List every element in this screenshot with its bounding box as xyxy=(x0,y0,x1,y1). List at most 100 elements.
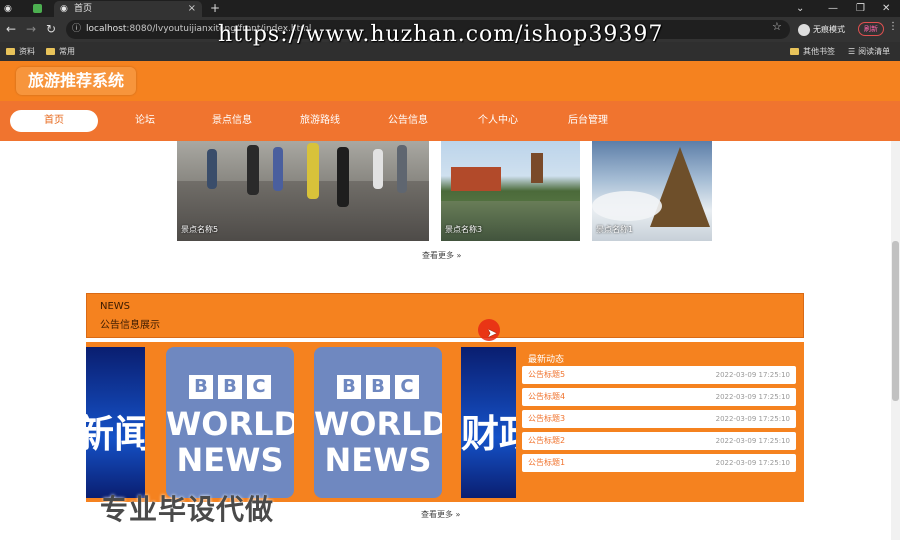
slide-headline: 新闻 xyxy=(86,412,145,456)
incognito-indicator[interactable]: 无痕模式 xyxy=(798,20,845,39)
person-figure xyxy=(207,149,217,189)
attraction-caption: 景点名称1 xyxy=(596,225,634,234)
incognito-label: 无痕模式 xyxy=(813,25,845,34)
attraction-card[interactable]: 景点名称3 xyxy=(441,141,580,241)
site-header: 旅游推荐系统 xyxy=(0,61,900,101)
slide-headline: 财政 xyxy=(461,412,516,456)
news-list-item[interactable]: 公告标题2 2022-03-09 17:25:10 xyxy=(522,432,796,450)
news-title: 公告标题5 xyxy=(528,370,566,379)
browser-tab[interactable]: ◉ xyxy=(4,1,22,17)
slide-text: WORLD xyxy=(314,405,442,443)
news-list-item[interactable]: 公告标题4 2022-03-09 17:25:10 xyxy=(522,388,796,406)
incognito-icon xyxy=(798,23,810,36)
bookmark-folder[interactable]: 常用 xyxy=(46,42,75,61)
folder-icon xyxy=(6,48,15,55)
reload-icon[interactable]: ↻ xyxy=(46,22,56,36)
bbc-logo-b: B xyxy=(366,375,390,399)
bbc-logo-c: C xyxy=(395,375,419,399)
main-nav: 首页 论坛 景点信息 旅游路线 公告信息 个人中心 后台管理 xyxy=(0,101,900,141)
bbc-logo-c: C xyxy=(247,375,271,399)
nav-home[interactable]: 首页 xyxy=(10,110,98,132)
page-scrollbar[interactable] xyxy=(891,141,900,540)
attraction-caption: 景点名称3 xyxy=(445,225,483,234)
news-slide[interactable]: 新闻 xyxy=(86,347,145,498)
news-list-item[interactable]: 公告标题3 2022-03-09 17:25:10 xyxy=(522,410,796,428)
nav-routes[interactable]: 旅游路线 xyxy=(290,110,350,132)
bookmark-folder[interactable]: 资料 xyxy=(6,42,35,61)
news-title: 公告标题4 xyxy=(528,392,566,401)
folder-icon xyxy=(46,48,55,55)
attractions-more-link[interactable]: 查看更多 » xyxy=(422,250,461,261)
browser-tab-bar: ◉ ◉ 首页 × + ⌄ — ❐ ✕ xyxy=(0,0,900,17)
menu-dots-icon[interactable]: ⋮ xyxy=(888,21,898,32)
news-date: 2022-03-09 17:25:10 xyxy=(715,459,790,467)
nav-user-center[interactable]: 个人中心 xyxy=(468,110,528,132)
news-slide[interactable]: B B C WORLD NEWS xyxy=(314,347,442,498)
person-figure xyxy=(307,143,319,199)
attraction-caption: 景点名称5 xyxy=(181,225,219,234)
pagoda-shape xyxy=(531,153,543,183)
bbc-logo-b: B xyxy=(218,375,242,399)
attraction-card[interactable]: 景点名称5 xyxy=(177,141,429,241)
section-title-en: NEWS xyxy=(100,301,131,312)
chevron-down-icon[interactable]: ⌄ xyxy=(796,0,804,17)
close-window-icon[interactable]: ✕ xyxy=(882,0,890,17)
bookmark-label: 阅读清单 xyxy=(858,47,891,56)
nav-forum[interactable]: 论坛 xyxy=(120,110,170,132)
mouse-cursor-icon: ➤ xyxy=(487,326,498,340)
back-arrow-icon[interactable]: ← xyxy=(6,22,16,36)
folder-icon xyxy=(790,48,799,55)
update-button[interactable]: 刷新 xyxy=(858,22,884,36)
bbc-logo-b: B xyxy=(337,375,361,399)
scrollbar-thumb[interactable] xyxy=(892,241,899,401)
person-figure xyxy=(337,147,349,207)
news-date: 2022-03-09 17:25:10 xyxy=(715,393,790,401)
notice-more-link[interactable]: 查看更多 » xyxy=(421,509,460,520)
browser-tab[interactable] xyxy=(26,1,50,17)
forward-arrow-icon[interactable]: → xyxy=(26,22,36,36)
minimize-icon[interactable]: — xyxy=(828,0,838,17)
person-figure xyxy=(247,145,259,195)
person-figure xyxy=(397,145,407,193)
bookmark-folder[interactable]: 其他书签 xyxy=(790,42,835,61)
bbc-logo-b: B xyxy=(189,375,213,399)
person-figure xyxy=(373,149,383,189)
person-figure xyxy=(273,147,283,191)
watermark-url: https://www.huzhan.com/ishop39397 xyxy=(218,22,664,47)
slide-text: NEWS xyxy=(176,441,284,479)
news-date: 2022-03-09 17:25:10 xyxy=(715,371,790,379)
watermark-text: 专业毕设代做 xyxy=(100,493,275,526)
pavilion-shape xyxy=(451,167,501,191)
maximize-icon[interactable]: ❐ xyxy=(856,0,865,17)
browser-tab-active[interactable]: ◉ 首页 × xyxy=(54,1,202,17)
info-icon[interactable]: ⓘ xyxy=(72,20,81,39)
nav-admin[interactable]: 后台管理 xyxy=(558,110,618,132)
close-icon[interactable]: × xyxy=(188,1,196,17)
notice-panel: 新闻 B B C WORLD NEWS B B C WORLD NEWS 财政 … xyxy=(86,342,804,502)
bookmark-label: 其他书签 xyxy=(803,47,835,56)
mountain-shape xyxy=(650,147,710,227)
news-title: 公告标题3 xyxy=(528,414,566,423)
bookmark-label: 资料 xyxy=(19,47,35,56)
cloud-shape xyxy=(592,191,662,221)
lake-reflection xyxy=(441,201,580,241)
news-title: 公告标题2 xyxy=(528,436,566,445)
nav-notices[interactable]: 公告信息 xyxy=(378,110,438,132)
news-slide[interactable]: B B C WORLD NEWS xyxy=(166,347,294,498)
slide-text: WORLD xyxy=(166,405,294,443)
new-tab-button[interactable]: + xyxy=(210,0,220,17)
news-date: 2022-03-09 17:25:10 xyxy=(715,415,790,423)
reading-list[interactable]: ☰ 阅读清单 xyxy=(848,42,890,61)
attraction-card[interactable]: 景点名称1 xyxy=(592,141,712,241)
bookmark-star-icon[interactable]: ☆ xyxy=(772,20,782,33)
nav-attractions[interactable]: 景点信息 xyxy=(202,110,262,132)
slide-text: NEWS xyxy=(324,441,432,479)
site-logo[interactable]: 旅游推荐系统 xyxy=(16,67,137,95)
news-list-item[interactable]: 公告标题5 2022-03-09 17:25:10 xyxy=(522,366,796,384)
news-list-item[interactable]: 公告标题1 2022-03-09 17:25:10 xyxy=(522,454,796,472)
news-date: 2022-03-09 17:25:10 xyxy=(715,437,790,445)
news-title: 公告标题1 xyxy=(528,458,566,467)
url-host: localhost xyxy=(86,24,127,34)
news-slide[interactable]: 财政 xyxy=(461,347,516,498)
globe-icon: ◉ xyxy=(4,4,12,14)
